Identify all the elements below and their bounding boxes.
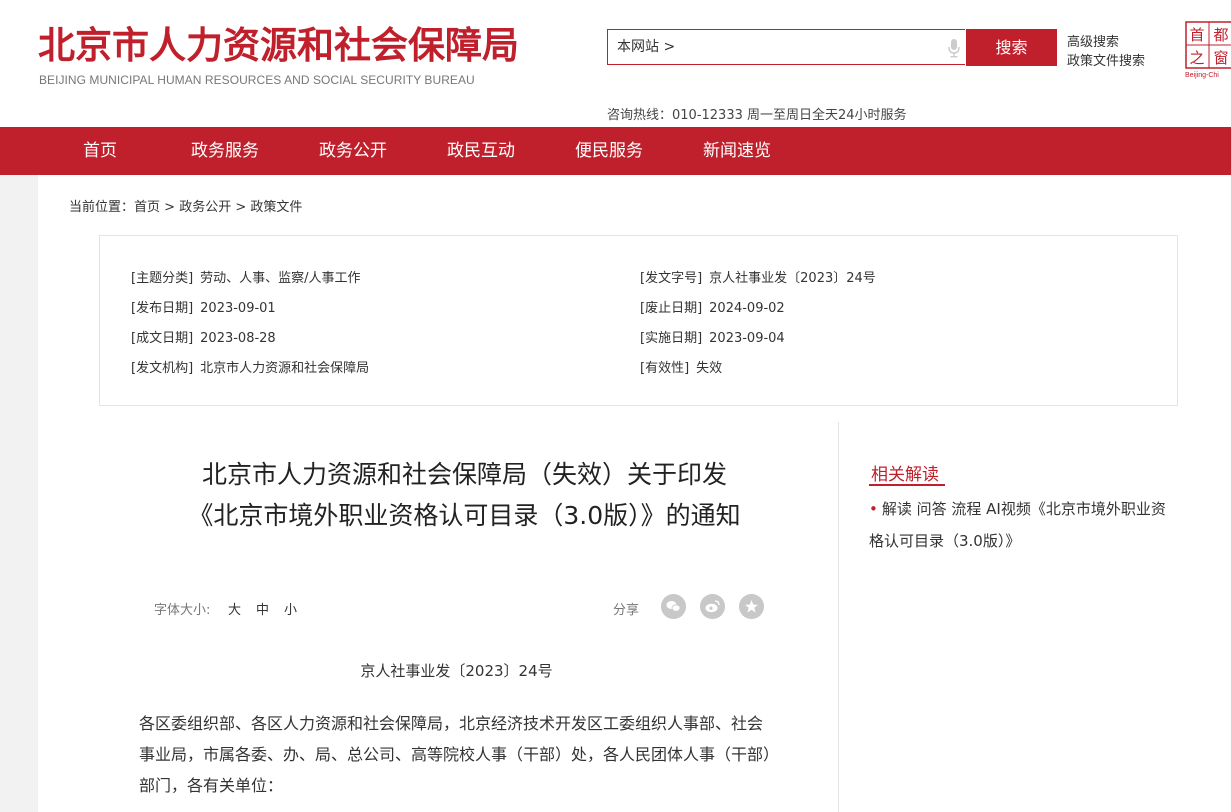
meta-written-date: [成文日期] 2023-08-28	[131, 331, 276, 346]
nav-item-gov-affairs[interactable]: 政务公开	[319, 127, 387, 175]
document-number: 京人社事业发〔2023〕24号	[360, 662, 553, 680]
breadcrumb-separator: >	[160, 200, 180, 215]
emblem-char-br: 窗	[1213, 49, 1228, 67]
nav-item-news[interactable]: 新闻速览	[703, 127, 771, 175]
policy-search-link[interactable]: 政策文件搜索	[1067, 50, 1145, 69]
font-size-large-button[interactable]: 大	[228, 599, 241, 618]
favorite-star-icon[interactable]	[739, 594, 764, 619]
article-body-paragraph: 各区委组织部、各区人力资源和社会保障局，北京经济技术开发区工委组织人事部、社会事…	[139, 714, 772, 795]
emblem-char-tl: 首	[1189, 26, 1204, 44]
share-label: 分享	[613, 603, 640, 618]
emblem-caption: Beijing-Chi	[1185, 72, 1219, 79]
related-title-underline	[869, 484, 945, 486]
breadcrumb-policy-docs[interactable]: 政策文件	[250, 200, 302, 215]
search-scope-selector[interactable]: 本网站 >	[617, 36, 675, 56]
breadcrumb-home[interactable]: 首页	[134, 200, 160, 215]
left-gutter	[0, 175, 38, 812]
meta-publish-date: [发布日期] 2023-09-01	[131, 301, 276, 316]
bullet-icon: •	[869, 500, 878, 518]
nav-item-interaction[interactable]: 政民互动	[447, 127, 515, 175]
breadcrumb-gov-affairs[interactable]: 政务公开	[179, 200, 231, 215]
meta-topic: [主题分类] 劳动、人事、监察/人事工作	[131, 271, 361, 286]
emblem-char-bl: 之	[1189, 49, 1204, 67]
meta-doc-number: [发文字号] 京人社事业发〔2023〕24号	[640, 271, 876, 286]
column-divider	[838, 422, 839, 812]
nav-item-home[interactable]: 首页	[83, 127, 117, 175]
nav-item-gov-services[interactable]: 政务服务	[191, 127, 259, 175]
article-title-line1: 北京市人力资源和社会保障局（失效）关于印发	[201, 460, 727, 489]
hotline-text: 咨询热线：010-12333 周一至周日全天24小时服务	[607, 108, 907, 123]
site-logo-subtitle: BEIJING MUNICIPAL HUMAN RESOURCES AND SO…	[39, 73, 475, 87]
nav-item-public-services[interactable]: 便民服务	[575, 127, 643, 175]
meta-issuer: [发文机构] 北京市人力资源和社会保障局	[131, 361, 370, 376]
breadcrumb: 当前位置：首页 > 政务公开 > 政策文件	[69, 196, 302, 215]
meta-effective-date: [实施日期] 2023-09-04	[640, 331, 785, 346]
site-logo-title[interactable]: 北京市人力资源和社会保障局	[38, 24, 519, 68]
main-nav: 首页 政务服务 政务公开 政民互动 便民服务 新闻速览	[0, 127, 1231, 175]
font-size-label: 字体大小:	[154, 603, 211, 618]
emblem-char-tr: 都	[1213, 26, 1228, 44]
font-size-small-button[interactable]: 小	[284, 599, 297, 618]
advanced-search-link[interactable]: 高级搜索	[1067, 31, 1119, 50]
article-title-line2: 《北京市境外职业资格认可目录（3.0版）》的通知	[188, 501, 741, 530]
weibo-share-icon[interactable]	[700, 594, 725, 619]
meta-repeal-date: [废止日期] 2024-09-02	[640, 301, 785, 316]
wechat-share-icon[interactable]	[661, 594, 686, 619]
microphone-icon[interactable]	[946, 38, 962, 58]
breadcrumb-prefix: 当前位置：	[69, 200, 135, 215]
meta-validity: [有效性] 失效	[640, 361, 723, 376]
related-reading-link[interactable]: • 解读 问答 流程 AI视频《北京市境外职业资格认可目录（3.0版）》	[869, 493, 1169, 557]
related-reading-title: 相关解读	[871, 465, 939, 485]
font-size-medium-button[interactable]: 中	[256, 599, 269, 618]
related-reading-link-text[interactable]: 解读 问答 流程 AI视频《北京市境外职业资格认可目录（3.0版）》	[869, 500, 1166, 550]
search-button[interactable]: 搜索	[966, 29, 1057, 66]
capital-window-logo[interactable]: 首 都 之 窗 Beijing-Chi	[1185, 21, 1231, 79]
document-metadata-panel: [主题分类] 劳动、人事、监察/人事工作 [发布日期] 2023-09-01 [成文…	[99, 235, 1178, 406]
breadcrumb-separator: >	[231, 200, 251, 215]
